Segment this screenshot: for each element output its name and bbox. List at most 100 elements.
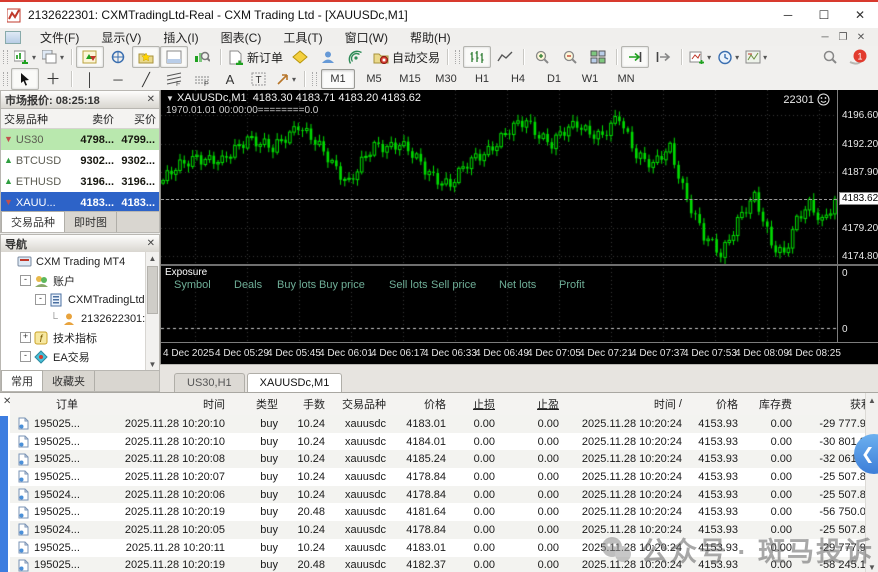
tree-item-0[interactable]: CXM Trading MT4 bbox=[1, 252, 146, 271]
zoom-out-button[interactable] bbox=[556, 46, 584, 68]
tree-item-4[interactable]: +f技术指标 bbox=[1, 328, 146, 347]
orders-column-7[interactable]: 止盈 bbox=[499, 393, 563, 415]
order-row-5[interactable]: 195025...2025.11.28 10:20:19buy20.48xauu… bbox=[10, 503, 866, 521]
new-order-button[interactable]: 新订单 bbox=[225, 46, 286, 68]
order-row-2[interactable]: 195025...2025.11.28 10:20:08buy10.24xauu… bbox=[10, 450, 866, 468]
toolbar-grip[interactable] bbox=[3, 50, 8, 64]
signals-button[interactable] bbox=[342, 46, 370, 68]
timeframe-mn[interactable]: MN bbox=[609, 69, 643, 89]
navigator-scrollbar[interactable]: ▲ ▼ bbox=[145, 252, 159, 371]
orders-column-8[interactable]: 时间 / bbox=[563, 393, 686, 415]
toolbar-grip[interactable] bbox=[3, 72, 8, 86]
market-watch-tab-即时图[interactable]: 即时图 bbox=[65, 212, 117, 232]
chart-line-button[interactable] bbox=[491, 46, 519, 68]
navigator-close-icon[interactable]: ✕ bbox=[147, 238, 155, 249]
orders-column-11[interactable]: 获利 bbox=[796, 393, 876, 415]
orders-column-9[interactable]: 价格 bbox=[686, 393, 742, 415]
timeframe-w1[interactable]: W1 bbox=[573, 69, 607, 89]
market-watch-tab-交易品种[interactable]: 交易品种 bbox=[1, 211, 65, 232]
scroll-down-icon[interactable]: ▼ bbox=[146, 360, 159, 369]
orders-column-0[interactable]: 订单 bbox=[10, 393, 110, 415]
tile-windows-button[interactable] bbox=[584, 46, 612, 68]
scroll-up-icon[interactable]: ▲ bbox=[146, 254, 159, 263]
orders-column-1[interactable]: 时间 bbox=[110, 393, 229, 415]
scroll-up-icon[interactable]: ▲ bbox=[866, 396, 878, 405]
orders-column-6[interactable]: 止损 bbox=[450, 393, 499, 415]
orders-column-10[interactable]: 库存费 bbox=[742, 393, 796, 415]
timeframe-m30[interactable]: M30 bbox=[429, 69, 463, 89]
order-row-8[interactable]: 195025...2025.11.28 10:20:19buy20.48xauu… bbox=[10, 557, 866, 572]
chart-bars-button[interactable] bbox=[463, 46, 491, 68]
chart-tab-US30H1[interactable]: US30,H1 bbox=[174, 373, 245, 392]
crosshair-tool[interactable]: ＋ bbox=[39, 68, 67, 90]
order-row-3[interactable]: 195025...2025.11.28 10:20:07buy10.24xauu… bbox=[10, 468, 866, 486]
column-ask[interactable]: 买价 bbox=[117, 111, 159, 127]
templates-button[interactable]: ▾ bbox=[742, 46, 770, 68]
navigator-tab-收藏夹[interactable]: 收藏夹 bbox=[43, 371, 95, 391]
market-watch-toggle[interactable] bbox=[76, 46, 104, 68]
market-watch-row-US30[interactable]: ▼US304798...4799... bbox=[1, 129, 159, 150]
collapse-icon[interactable]: - bbox=[20, 275, 31, 286]
market-watch-close-icon[interactable]: ✕ bbox=[147, 94, 155, 105]
orders-column-2[interactable]: 类型 bbox=[229, 393, 282, 415]
community-button[interactable] bbox=[314, 46, 342, 68]
minimize-button[interactable]: ─ bbox=[770, 2, 806, 28]
chart-window[interactable]: ▼ XAUUSDc,M1 4183.30 4183.71 4183.20 418… bbox=[160, 90, 878, 364]
order-row-6[interactable]: 195024...2025.11.28 10:20:05buy10.24xauu… bbox=[10, 521, 866, 539]
orders-column-3[interactable]: 手数 bbox=[282, 393, 329, 415]
collapse-icon[interactable]: - bbox=[35, 294, 46, 305]
data-window-button[interactable] bbox=[104, 46, 132, 68]
timeframe-h1[interactable]: H1 bbox=[465, 69, 499, 89]
order-row-4[interactable]: 195024...2025.11.28 10:20:06buy10.24xauu… bbox=[10, 486, 866, 504]
close-button[interactable]: ✕ bbox=[842, 2, 878, 28]
zoom-in-button[interactable] bbox=[528, 46, 556, 68]
candlestick-chart[interactable] bbox=[161, 90, 837, 264]
orders-column-4[interactable]: 交易品种 bbox=[329, 393, 390, 415]
new-chart-button[interactable]: ▾ bbox=[11, 46, 39, 68]
timeframe-m1[interactable]: M1 bbox=[321, 69, 355, 89]
arrows-tool[interactable]: ▾ bbox=[272, 68, 300, 90]
tree-item-5[interactable]: -EA交易 bbox=[1, 347, 146, 366]
column-bid[interactable]: 卖价 bbox=[73, 111, 117, 127]
order-row-1[interactable]: 195025...2025.11.28 10:20:10buy10.24xauu… bbox=[10, 433, 866, 451]
vertical-line-tool[interactable]: │ bbox=[76, 68, 104, 90]
market-watch-row-XAUU[interactable]: ▼XAUU...4183...4183... bbox=[1, 192, 159, 213]
timeframe-m15[interactable]: M15 bbox=[393, 69, 427, 89]
autotrading-button[interactable]: 自动交易 bbox=[370, 46, 443, 68]
tree-item-2[interactable]: -CXMTradingLtd- bbox=[1, 290, 146, 309]
tree-item-1[interactable]: -账户 bbox=[1, 271, 146, 290]
menu-item-2[interactable]: 插入(I) bbox=[152, 28, 209, 46]
child-close-button[interactable]: ✕ bbox=[852, 32, 870, 43]
notification-badge[interactable]: 1 bbox=[844, 46, 872, 68]
child-minimize-button[interactable]: ─ bbox=[816, 32, 834, 43]
menu-item-4[interactable]: 工具(T) bbox=[272, 28, 333, 46]
navigator-toggle[interactable] bbox=[132, 46, 160, 68]
trendline-tool[interactable]: ╱ bbox=[132, 68, 160, 90]
tree-item-3[interactable]: └2132622301: bbox=[1, 309, 146, 328]
search-icon[interactable] bbox=[816, 46, 844, 68]
scrollbar-thumb[interactable] bbox=[147, 266, 158, 314]
orders-column-5[interactable]: 价格 bbox=[390, 393, 450, 415]
timeframe-m5[interactable]: M5 bbox=[357, 69, 391, 89]
chart-child-window-icon[interactable] bbox=[5, 31, 21, 44]
market-watch-row-ETHUSD[interactable]: ▲ETHUSD3196...3196... bbox=[1, 171, 159, 192]
periods-button[interactable]: ▾ bbox=[714, 46, 742, 68]
text-label-tool[interactable]: T bbox=[244, 68, 272, 90]
maximize-button[interactable]: ☐ bbox=[806, 2, 842, 28]
menu-item-1[interactable]: 显示(V) bbox=[90, 28, 152, 46]
order-row-0[interactable]: 195025...2025.11.28 10:20:10buy10.24xauu… bbox=[10, 415, 866, 433]
timeframe-d1[interactable]: D1 bbox=[537, 69, 571, 89]
order-row-7[interactable]: 195025...2025.11.28 10:20:11buy10.24xauu… bbox=[10, 539, 866, 557]
chart-tab-XAUUSDcM1[interactable]: XAUUSDc,M1 bbox=[247, 373, 343, 392]
strategy-tester-button[interactable] bbox=[188, 46, 216, 68]
fibonacci-tool[interactable]: F bbox=[160, 68, 188, 90]
indicators-button[interactable]: ▾ bbox=[686, 46, 714, 68]
chart-shift-button[interactable] bbox=[649, 46, 677, 68]
time-axis[interactable]: 4 Dec 20254 Dec 05:294 Dec 05:454 Dec 06… bbox=[161, 342, 878, 365]
expand-icon[interactable]: + bbox=[20, 332, 31, 343]
menu-item-6[interactable]: 帮助(H) bbox=[399, 28, 462, 46]
timeframe-h4[interactable]: H4 bbox=[501, 69, 535, 89]
auto-scroll-button[interactable] bbox=[621, 46, 649, 68]
navigator-tab-常用[interactable]: 常用 bbox=[1, 370, 43, 391]
terminal-toggle[interactable] bbox=[160, 46, 188, 68]
